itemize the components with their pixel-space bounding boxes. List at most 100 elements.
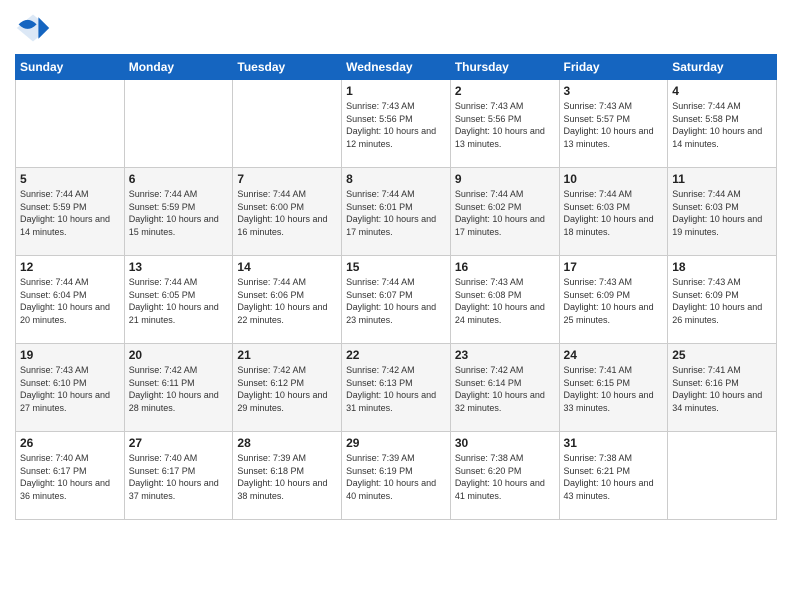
day-number: 3 <box>564 84 664 98</box>
day-cell: 16 Sunrise: 7:43 AMSunset: 6:08 PMDayligh… <box>450 256 559 344</box>
day-info: Sunrise: 7:41 AMSunset: 6:15 PMDaylight:… <box>564 364 664 414</box>
day-cell: 12 Sunrise: 7:44 AMSunset: 6:04 PMDayligh… <box>16 256 125 344</box>
week-row-5: 26 Sunrise: 7:40 AMSunset: 6:17 PMDayligh… <box>16 432 777 520</box>
day-info: Sunrise: 7:44 AMSunset: 6:04 PMDaylight:… <box>20 276 120 326</box>
weekday-header-thursday: Thursday <box>450 55 559 80</box>
day-info: Sunrise: 7:43 AMSunset: 6:10 PMDaylight:… <box>20 364 120 414</box>
day-number: 1 <box>346 84 446 98</box>
day-info: Sunrise: 7:43 AMSunset: 6:08 PMDaylight:… <box>455 276 555 326</box>
weekday-header-friday: Friday <box>559 55 668 80</box>
day-info: Sunrise: 7:42 AMSunset: 6:12 PMDaylight:… <box>237 364 337 414</box>
day-info: Sunrise: 7:44 AMSunset: 6:03 PMDaylight:… <box>672 188 772 238</box>
day-info: Sunrise: 7:44 AMSunset: 6:02 PMDaylight:… <box>455 188 555 238</box>
day-info: Sunrise: 7:44 AMSunset: 6:06 PMDaylight:… <box>237 276 337 326</box>
day-info: Sunrise: 7:39 AMSunset: 6:19 PMDaylight:… <box>346 452 446 502</box>
logo <box>15 10 55 46</box>
day-info: Sunrise: 7:40 AMSunset: 6:17 PMDaylight:… <box>129 452 229 502</box>
day-info: Sunrise: 7:40 AMSunset: 6:17 PMDaylight:… <box>20 452 120 502</box>
day-number: 10 <box>564 172 664 186</box>
weekday-header-monday: Monday <box>124 55 233 80</box>
day-number: 22 <box>346 348 446 362</box>
day-number: 2 <box>455 84 555 98</box>
day-number: 23 <box>455 348 555 362</box>
week-row-4: 19 Sunrise: 7:43 AMSunset: 6:10 PMDayligh… <box>16 344 777 432</box>
day-number: 18 <box>672 260 772 274</box>
day-cell: 29Sunrise: 7:39 AMSunset: 6:19 PMDayligh… <box>342 432 451 520</box>
weekday-header-row: SundayMondayTuesdayWednesdayThursdayFrid… <box>16 55 777 80</box>
header <box>15 10 777 46</box>
day-cell <box>16 80 125 168</box>
day-info: Sunrise: 7:38 AMSunset: 6:21 PMDaylight:… <box>564 452 664 502</box>
day-number: 7 <box>237 172 337 186</box>
day-cell: 14 Sunrise: 7:44 AMSunset: 6:06 PMDayligh… <box>233 256 342 344</box>
day-info: Sunrise: 7:41 AMSunset: 6:16 PMDaylight:… <box>672 364 772 414</box>
day-info: Sunrise: 7:42 AMSunset: 6:14 PMDaylight:… <box>455 364 555 414</box>
page: SundayMondayTuesdayWednesdayThursdayFrid… <box>0 0 792 612</box>
day-cell: 15Sunrise: 7:44 AMSunset: 6:07 PMDayligh… <box>342 256 451 344</box>
day-info: Sunrise: 7:43 AMSunset: 6:09 PMDaylight:… <box>564 276 664 326</box>
day-cell: 27 Sunrise: 7:40 AMSunset: 6:17 PMDayligh… <box>124 432 233 520</box>
day-number: 11 <box>672 172 772 186</box>
calendar: SundayMondayTuesdayWednesdayThursdayFrid… <box>15 54 777 520</box>
day-info: Sunrise: 7:44 AMSunset: 6:00 PMDaylight:… <box>237 188 337 238</box>
day-info: Sunrise: 7:43 AMSunset: 5:56 PMDaylight:… <box>455 100 555 150</box>
day-cell: 24 Sunrise: 7:41 AMSunset: 6:15 PMDayligh… <box>559 344 668 432</box>
day-info: Sunrise: 7:42 AMSunset: 6:13 PMDaylight:… <box>346 364 446 414</box>
day-cell: 22 Sunrise: 7:42 AMSunset: 6:13 PMDayligh… <box>342 344 451 432</box>
day-cell: 7 Sunrise: 7:44 AMSunset: 6:00 PMDaylight… <box>233 168 342 256</box>
day-number: 20 <box>129 348 229 362</box>
day-cell: 20Sunrise: 7:42 AMSunset: 6:11 PMDayligh… <box>124 344 233 432</box>
day-info: Sunrise: 7:44 AMSunset: 6:01 PMDaylight:… <box>346 188 446 238</box>
day-number: 8 <box>346 172 446 186</box>
day-number: 4 <box>672 84 772 98</box>
day-info: Sunrise: 7:44 AMSunset: 5:59 PMDaylight:… <box>20 188 120 238</box>
day-cell <box>124 80 233 168</box>
week-row-1: 1 Sunrise: 7:43 AMSunset: 5:56 PMDaylight… <box>16 80 777 168</box>
day-info: Sunrise: 7:44 AMSunset: 6:05 PMDaylight:… <box>129 276 229 326</box>
day-number: 12 <box>20 260 120 274</box>
day-number: 24 <box>564 348 664 362</box>
day-cell: 5 Sunrise: 7:44 AMSunset: 5:59 PMDaylight… <box>16 168 125 256</box>
day-number: 28 <box>237 436 337 450</box>
day-number: 25 <box>672 348 772 362</box>
day-info: Sunrise: 7:39 AMSunset: 6:18 PMDaylight:… <box>237 452 337 502</box>
day-number: 30 <box>455 436 555 450</box>
day-cell <box>668 432 777 520</box>
day-number: 21 <box>237 348 337 362</box>
day-info: Sunrise: 7:38 AMSunset: 6:20 PMDaylight:… <box>455 452 555 502</box>
day-info: Sunrise: 7:44 AMSunset: 6:07 PMDaylight:… <box>346 276 446 326</box>
day-cell: 1Sunrise: 7:43 AMSunset: 5:56 PMDaylight… <box>342 80 451 168</box>
day-cell: 13 Sunrise: 7:44 AMSunset: 6:05 PMDayligh… <box>124 256 233 344</box>
day-cell: 31Sunrise: 7:38 AMSunset: 6:21 PMDayligh… <box>559 432 668 520</box>
day-info: Sunrise: 7:44 AMSunset: 5:58 PMDaylight:… <box>672 100 772 150</box>
day-info: Sunrise: 7:44 AMSunset: 5:59 PMDaylight:… <box>129 188 229 238</box>
day-cell: 19 Sunrise: 7:43 AMSunset: 6:10 PMDayligh… <box>16 344 125 432</box>
day-cell: 25 Sunrise: 7:41 AMSunset: 6:16 PMDayligh… <box>668 344 777 432</box>
day-cell: 6 Sunrise: 7:44 AMSunset: 5:59 PMDaylight… <box>124 168 233 256</box>
week-row-2: 5 Sunrise: 7:44 AMSunset: 5:59 PMDaylight… <box>16 168 777 256</box>
day-number: 13 <box>129 260 229 274</box>
day-cell: 2 Sunrise: 7:43 AMSunset: 5:56 PMDaylight… <box>450 80 559 168</box>
day-number: 27 <box>129 436 229 450</box>
day-info: Sunrise: 7:43 AMSunset: 6:09 PMDaylight:… <box>672 276 772 326</box>
day-cell: 30 Sunrise: 7:38 AMSunset: 6:20 PMDayligh… <box>450 432 559 520</box>
week-row-3: 12 Sunrise: 7:44 AMSunset: 6:04 PMDayligh… <box>16 256 777 344</box>
day-cell: 11 Sunrise: 7:44 AMSunset: 6:03 PMDayligh… <box>668 168 777 256</box>
day-cell: 21 Sunrise: 7:42 AMSunset: 6:12 PMDayligh… <box>233 344 342 432</box>
day-cell: 28 Sunrise: 7:39 AMSunset: 6:18 PMDayligh… <box>233 432 342 520</box>
day-number: 5 <box>20 172 120 186</box>
day-number: 16 <box>455 260 555 274</box>
day-cell: 8 Sunrise: 7:44 AMSunset: 6:01 PMDaylight… <box>342 168 451 256</box>
day-cell: 23 Sunrise: 7:42 AMSunset: 6:14 PMDayligh… <box>450 344 559 432</box>
day-cell: 9Sunrise: 7:44 AMSunset: 6:02 PMDaylight… <box>450 168 559 256</box>
day-number: 14 <box>237 260 337 274</box>
day-info: Sunrise: 7:44 AMSunset: 6:03 PMDaylight:… <box>564 188 664 238</box>
day-cell: 3 Sunrise: 7:43 AMSunset: 5:57 PMDaylight… <box>559 80 668 168</box>
day-number: 26 <box>20 436 120 450</box>
logo-icon <box>15 10 51 46</box>
day-cell: 26 Sunrise: 7:40 AMSunset: 6:17 PMDayligh… <box>16 432 125 520</box>
day-number: 19 <box>20 348 120 362</box>
day-cell: 4 Sunrise: 7:44 AMSunset: 5:58 PMDaylight… <box>668 80 777 168</box>
day-number: 6 <box>129 172 229 186</box>
day-info: Sunrise: 7:43 AMSunset: 5:57 PMDaylight:… <box>564 100 664 150</box>
